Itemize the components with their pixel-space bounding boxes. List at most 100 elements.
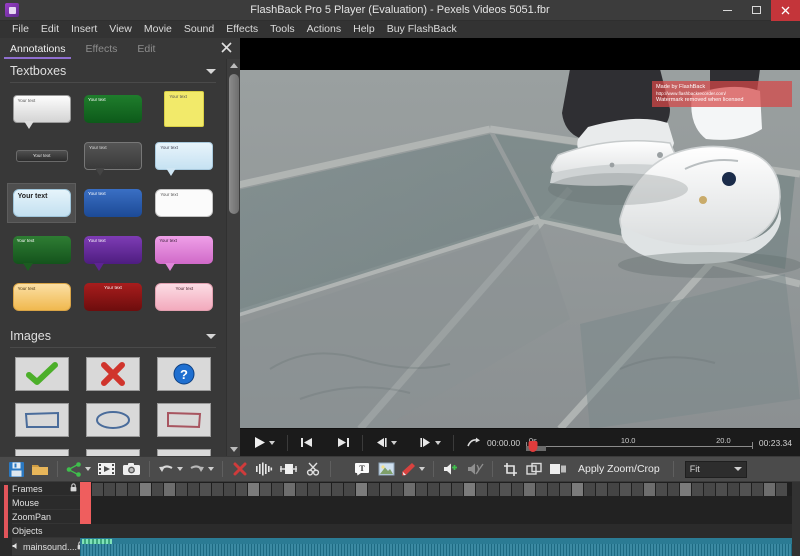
audio-selection[interactable] [82, 539, 112, 544]
add-textbox-button[interactable]: T [350, 458, 374, 480]
menu-insert[interactable]: Insert [65, 21, 103, 38]
apply-zoom-crop-button[interactable]: Apply Zoom/Crop [570, 463, 668, 475]
textbox-yellow-note[interactable]: Your text [151, 90, 218, 128]
chevron-down-icon[interactable] [391, 440, 397, 445]
close-button[interactable] [771, 0, 800, 21]
play-button[interactable] [248, 433, 280, 453]
split-button[interactable] [276, 458, 301, 480]
mute-sound-button[interactable] [463, 458, 487, 480]
scrub-track[interactable] [526, 445, 753, 447]
section-header-images[interactable]: Images [0, 324, 226, 347]
video-canvas[interactable]: Made by FlashBack http://www.flashbackre… [240, 38, 800, 428]
minimize-button[interactable] [713, 0, 742, 21]
undo-button[interactable] [155, 458, 186, 480]
save-button[interactable] [4, 458, 28, 480]
delete-button[interactable] [228, 458, 252, 480]
chevron-down-icon[interactable] [733, 467, 742, 471]
chevron-down-icon[interactable] [208, 467, 214, 471]
track-objects[interactable]: Objects [12, 524, 80, 538]
share-button[interactable] [63, 458, 94, 480]
image-red-ellipse-2[interactable] [79, 447, 146, 456]
tab-effects[interactable]: Effects [75, 43, 127, 59]
menu-view[interactable]: View [103, 21, 138, 38]
image-blue-question[interactable]: ? [151, 355, 218, 393]
menu-actions[interactable]: Actions [301, 21, 347, 38]
timeline-scrollbar[interactable] [792, 482, 800, 556]
sidebar-scrollbar[interactable] [226, 59, 240, 456]
image-red-rectangle[interactable] [151, 401, 218, 439]
chevron-down-icon[interactable] [419, 467, 425, 471]
menu-file[interactable]: File [6, 21, 35, 38]
textbox-pinklight-rounded[interactable]: Your text [151, 278, 218, 316]
frames-track-lane[interactable] [80, 482, 800, 496]
chevron-down-icon[interactable] [177, 467, 183, 471]
scroll-down-icon[interactable] [227, 443, 241, 456]
image-red-cross[interactable] [79, 355, 146, 393]
add-sound-button[interactable] [439, 458, 463, 480]
step-back-button[interactable] [370, 433, 402, 453]
textbox-green-rounded[interactable]: Your text [79, 90, 146, 128]
textbox-blue-rounded[interactable]: Your text [79, 184, 146, 222]
menu-help[interactable]: Help [347, 21, 381, 38]
lock-icon[interactable] [70, 483, 77, 494]
zoompan-track-lane[interactable] [80, 510, 800, 524]
textbox-white-callout[interactable]: Your text [8, 90, 75, 130]
textbox-red-rounded[interactable]: Your text [79, 278, 146, 316]
zoom-pan-button[interactable] [522, 458, 546, 480]
track-zoompan[interactable]: ZoomPan [12, 510, 80, 524]
textbox-pink-callout[interactable]: Your text [151, 231, 218, 272]
textbox-lightblue-rounded[interactable]: Your text [6, 183, 77, 224]
go-to-start-button[interactable] [295, 433, 318, 453]
menu-edit[interactable]: Edit [35, 21, 65, 38]
section-header-textboxes[interactable]: Textboxes [0, 59, 226, 82]
textbox-dark-pill[interactable]: Your text [8, 137, 75, 175]
trim-button[interactable] [252, 458, 276, 480]
textbox-darkgreen-callout[interactable]: Your text [8, 231, 75, 272]
export-movie-button[interactable] [94, 458, 119, 480]
step-forward-button[interactable] [414, 433, 446, 453]
objects-track-lane[interactable] [80, 524, 800, 538]
scrollbar-thumb[interactable] [228, 74, 239, 215]
textbox-purple-callout[interactable]: Your text [79, 231, 146, 272]
chevron-down-icon[interactable] [85, 467, 91, 471]
menu-effects[interactable]: Effects [220, 21, 264, 38]
crop-button[interactable] [498, 458, 522, 480]
menu-buy-flashback[interactable]: Buy FlashBack [381, 21, 463, 38]
blur-button[interactable] [546, 458, 570, 480]
chevron-down-icon[interactable] [206, 68, 216, 74]
chevron-down-icon[interactable] [269, 440, 275, 445]
track-mainsound[interactable]: mainsound.... [12, 538, 84, 556]
go-to-end-button[interactable] [332, 433, 355, 453]
cut-button[interactable] [301, 458, 325, 480]
timeline-tracks-area[interactable] [80, 482, 800, 556]
tab-edit[interactable]: Edit [127, 43, 165, 59]
redo-button[interactable] [186, 458, 217, 480]
textbox-white-rounded[interactable]: Your text [151, 184, 218, 222]
textbox-gray-callout[interactable]: Your text [79, 137, 146, 177]
menu-movie[interactable]: Movie [138, 21, 178, 38]
image-blue-ellipse[interactable] [79, 401, 146, 439]
snapshot-button[interactable] [119, 458, 144, 480]
image-red-ellipse[interactable] [8, 447, 75, 456]
image-green-check[interactable] [8, 355, 75, 393]
chevron-down-icon[interactable] [435, 440, 441, 445]
chevron-down-icon[interactable] [206, 333, 216, 339]
mouse-track-lane[interactable] [80, 496, 800, 510]
speaker-icon[interactable] [12, 542, 20, 552]
scrollbar-track[interactable] [227, 72, 241, 443]
scroll-up-icon[interactable] [227, 59, 241, 72]
playhead-marker[interactable] [528, 440, 538, 452]
zoom-level-select[interactable]: Fit [684, 460, 747, 478]
textbox-paleblue-callout[interactable]: Your text [151, 137, 218, 177]
track-frames[interactable]: Frames [12, 482, 80, 496]
close-panel-icon[interactable] [221, 42, 232, 56]
loop-button[interactable] [461, 433, 487, 453]
menu-tools[interactable]: Tools [264, 21, 301, 38]
image-red-rectangle-2[interactable] [151, 447, 218, 456]
scrub-bar[interactable]: 0s 10.0 20.0 [526, 433, 753, 453]
textbox-orange-rounded[interactable]: Your text [8, 278, 75, 316]
image-blue-rectangle[interactable] [8, 401, 75, 439]
highlighter-button[interactable] [398, 458, 428, 480]
add-image-button[interactable] [374, 458, 398, 480]
maximize-button[interactable] [742, 0, 771, 21]
